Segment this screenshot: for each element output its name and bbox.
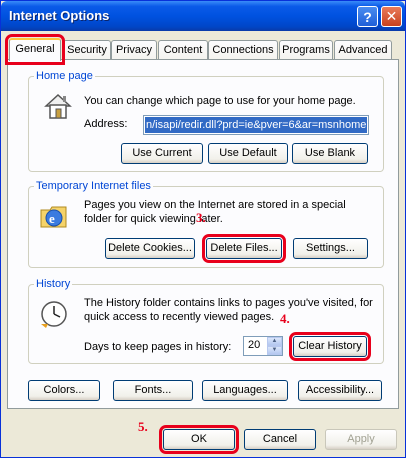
address-value: n/isapi/redir.dll?prd=ie&pver=6&ar=msnho… bbox=[145, 117, 367, 133]
tab-security[interactable]: Security bbox=[63, 40, 111, 60]
home-icon bbox=[44, 93, 72, 119]
stepper-buttons[interactable]: ▲ ▼ bbox=[267, 337, 282, 355]
svg-text:e: e bbox=[49, 211, 55, 226]
address-label: Address: bbox=[84, 118, 128, 130]
colors-button[interactable]: Colors... bbox=[28, 380, 100, 401]
internet-options-window: Internet Options ? ✕ General Security Pr… bbox=[0, 0, 406, 458]
tab-privacy[interactable]: Privacy bbox=[111, 40, 157, 60]
title-bar[interactable]: Internet Options ? ✕ bbox=[1, 1, 405, 31]
stepper-up-icon[interactable]: ▲ bbox=[267, 337, 282, 346]
tab-advanced[interactable]: Advanced bbox=[334, 40, 392, 60]
delete-files-button[interactable]: Delete Files... bbox=[202, 234, 286, 263]
help-button[interactable]: ? bbox=[357, 6, 378, 27]
use-default-button[interactable]: Use Default bbox=[208, 143, 288, 164]
days-stepper[interactable]: 20 ▲ ▼ bbox=[243, 336, 283, 356]
tab-programs[interactable]: Programs bbox=[279, 40, 333, 60]
temp-files-icon: e bbox=[40, 206, 67, 228]
tab-connections[interactable]: Connections bbox=[208, 40, 278, 60]
languages-button[interactable]: Languages... bbox=[202, 380, 288, 401]
days-label: Days to keep pages in history: bbox=[84, 341, 232, 353]
general-tab-panel: Home page You can change which page to u… bbox=[7, 59, 399, 409]
ok-button[interactable]: OK bbox=[159, 425, 239, 454]
tab-content[interactable]: Content bbox=[158, 40, 208, 60]
history-legend: History bbox=[36, 278, 71, 290]
close-button[interactable]: ✕ bbox=[381, 6, 402, 27]
home-page-legend: Home page bbox=[36, 70, 93, 82]
use-blank-button[interactable]: Use Blank bbox=[292, 143, 368, 164]
address-field[interactable]: n/isapi/redir.dll?prd=ie&pver=6&ar=msnho… bbox=[143, 115, 369, 135]
window-title: Internet Options bbox=[9, 8, 110, 23]
history-description: The History folder contains links to pag… bbox=[84, 297, 373, 323]
settings-button[interactable]: Settings... bbox=[293, 238, 368, 259]
accessibility-button[interactable]: Accessibility... bbox=[298, 380, 382, 401]
close-icon: ✕ bbox=[385, 8, 398, 24]
delete-cookies-button[interactable]: Delete Cookies... bbox=[105, 238, 195, 259]
apply-button[interactable]: Apply bbox=[325, 429, 397, 450]
fonts-button[interactable]: Fonts... bbox=[113, 380, 193, 401]
help-icon: ? bbox=[363, 8, 372, 25]
annotation-5: 5. bbox=[138, 419, 148, 434]
days-value: 20 bbox=[248, 339, 261, 351]
annotation-3: 3. bbox=[196, 210, 206, 225]
tab-general[interactable]: General bbox=[5, 34, 65, 65]
history-clock-icon bbox=[41, 301, 67, 328]
stepper-down-icon[interactable]: ▼ bbox=[267, 346, 282, 355]
clear-history-button[interactable]: Clear History bbox=[289, 332, 371, 361]
use-current-button[interactable]: Use Current bbox=[121, 143, 203, 164]
temp-files-legend: Temporary Internet files bbox=[36, 180, 151, 192]
temp-files-description: Pages you view on the Internet are store… bbox=[84, 199, 346, 225]
cancel-button[interactable]: Cancel bbox=[244, 429, 316, 450]
annotation-4: 4. bbox=[280, 311, 290, 326]
home-description: You can change which page to use for you… bbox=[84, 95, 356, 107]
